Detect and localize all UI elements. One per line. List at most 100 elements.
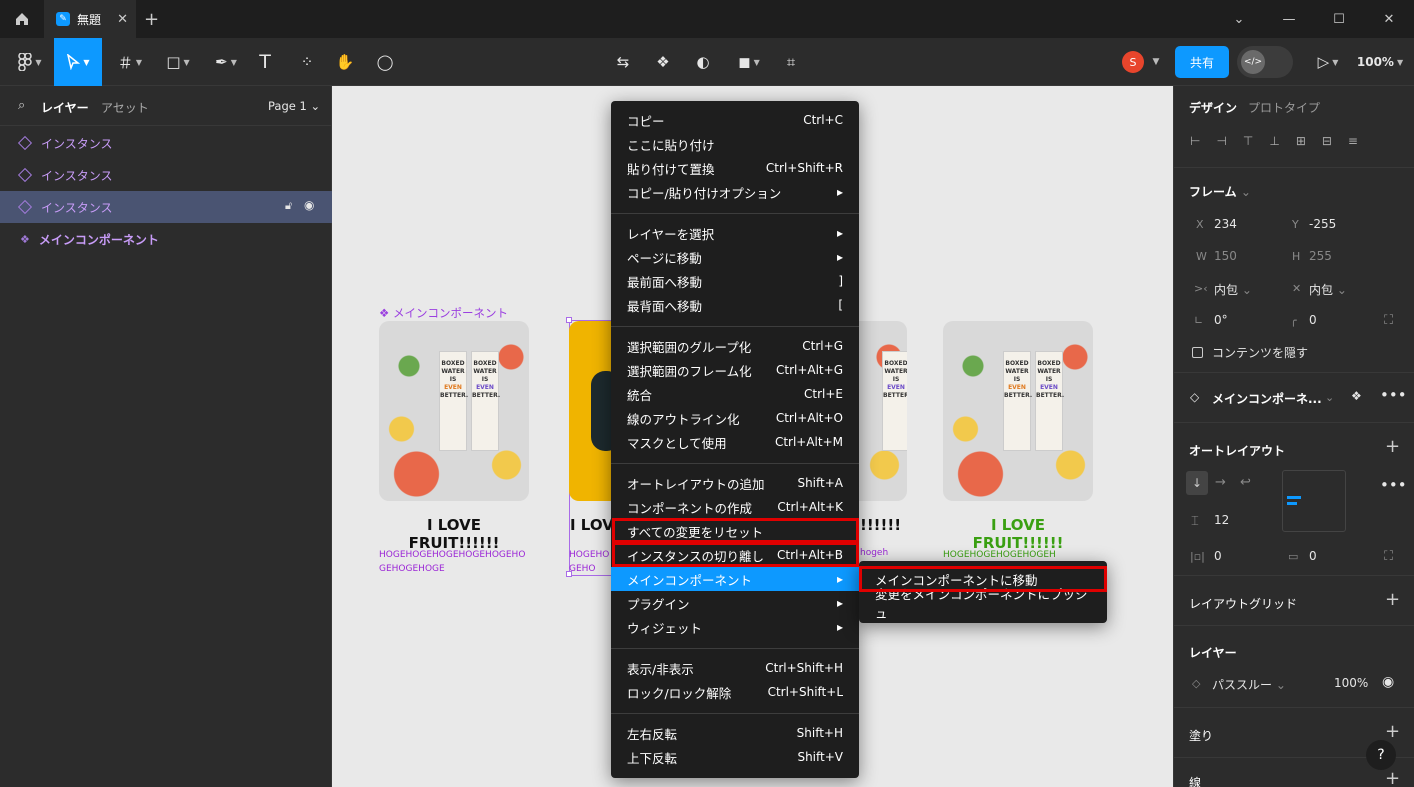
card-image[interactable]: BOXED WATER IS EVEN BETTER. BOXED WATER IS EV…	[379, 321, 529, 501]
menu-item-use-as-mask[interactable]: マスクとして使用 Ctrl+Alt+M	[611, 430, 859, 454]
add-icon[interactable]: +	[1385, 436, 1400, 457]
tab-prototype[interactable]: プロトタイプ	[1248, 99, 1320, 116]
home-icon[interactable]	[0, 0, 44, 38]
present-icon[interactable]: ▷ ▼	[1310, 38, 1346, 86]
crop-icon[interactable]: ⌗	[776, 38, 806, 86]
frame-tool-icon[interactable]: ＃ ▼	[110, 38, 150, 86]
eye-icon[interactable]: ◉	[1382, 674, 1394, 690]
wrap-icon[interactable]: ↩	[1240, 475, 1251, 490]
menu-item-paste-replace[interactable]: 貼り付けて置換 Ctrl+Shift+R	[611, 156, 859, 180]
file-tab[interactable]: ✎ 無題 ✕	[44, 0, 136, 38]
clip-content-checkbox[interactable]	[1192, 347, 1203, 358]
pen-tool-icon[interactable]: ✒ ▼	[206, 38, 246, 86]
chevron-down-icon[interactable]: ▼	[1146, 38, 1166, 86]
padding-individual-icon[interactable]: ⛶	[1384, 549, 1393, 564]
menu-item-group-selection[interactable]: 選択範囲のグループ化 Ctrl+G	[611, 334, 859, 358]
contrast-icon[interactable]: ◐	[688, 38, 718, 86]
more-icon[interactable]: •••	[1380, 386, 1407, 404]
main-menu-icon[interactable]: ▼	[8, 38, 52, 86]
tab-layers[interactable]: レイヤー	[41, 99, 89, 116]
direction-vertical-icon[interactable]: ↓	[1186, 471, 1208, 495]
tab-design[interactable]: デザイン	[1189, 99, 1237, 116]
gap-input[interactable]: 12	[1214, 513, 1229, 527]
close-window-icon[interactable]: ✕	[1364, 0, 1414, 38]
menu-item-main-component[interactable]: メインコンポーネント ▸	[611, 567, 859, 591]
avatar[interactable]: S	[1122, 51, 1144, 73]
share-button[interactable]: 共有	[1175, 46, 1229, 78]
card-title[interactable]: I LOVE FRUIT!!!!!!	[379, 516, 529, 552]
menu-item-add-auto-layout[interactable]: オートレイアウトの追加 Shift+A	[611, 471, 859, 495]
go-to-component-icon[interactable]: ❖	[1351, 389, 1362, 403]
component-label[interactable]: ❖ メインコンポーネント	[379, 305, 508, 321]
layer-item[interactable]: インスタンス	[0, 127, 332, 159]
h-input[interactable]: 255	[1309, 249, 1332, 263]
menu-item-move-to-page[interactable]: ページに移動 ▸	[611, 245, 859, 269]
card-subtitle[interactable]: HOGEHOGEHOGEHOGEH	[943, 548, 1093, 562]
new-tab-icon[interactable]: +	[144, 9, 159, 30]
card-title[interactable]: I LOVE FRUIT!!!!!!	[943, 516, 1093, 552]
search-icon[interactable]: ⌕	[18, 98, 25, 113]
card-title[interactable]: I LOV	[570, 516, 614, 534]
eye-icon[interactable]: ◉	[304, 198, 314, 212]
hug-width-select[interactable]: 内包 ⌄	[1214, 281, 1252, 298]
card-image[interactable]: BOXED WATER IS EVEN BETTER. BOXED WATER IS EV…	[943, 321, 1093, 501]
maximize-icon[interactable]: ☐	[1314, 0, 1364, 38]
resources-icon[interactable]: ⁘	[292, 38, 322, 86]
card-subtitle[interactable]: hogeh	[860, 548, 888, 558]
layer-item-selected[interactable]: インスタンス 🔓︎ ◉	[0, 191, 332, 223]
rotation-input[interactable]: 0°	[1214, 313, 1228, 327]
direction-horizontal-icon[interactable]: →	[1215, 475, 1226, 490]
chevron-down-icon[interactable]: ⌄	[1214, 0, 1264, 38]
comment-tool-icon[interactable]: ◯	[370, 38, 400, 86]
component-name[interactable]: メインコンポーネ...	[1212, 390, 1322, 407]
zoom-menu[interactable]: 100% ▼	[1352, 38, 1408, 86]
y-input[interactable]: -255	[1309, 217, 1336, 231]
card-title[interactable]: !!!!!!	[860, 516, 901, 534]
text-tool-icon[interactable]: T	[250, 38, 280, 86]
independent-corners-icon[interactable]: ⛶	[1384, 313, 1393, 328]
hand-tool-icon[interactable]: ✋	[330, 38, 360, 86]
menu-item-widgets[interactable]: ウィジェット ▸	[611, 615, 859, 639]
menu-item-create-component[interactable]: コンポーネントの作成 Ctrl+Alt+K	[611, 495, 859, 519]
radius-input[interactable]: 0	[1309, 313, 1317, 327]
menu-item-copy[interactable]: コピー Ctrl+C	[611, 108, 859, 132]
menu-item-paste-here[interactable]: ここに貼り付け	[611, 132, 859, 156]
component-icon[interactable]: ❖	[648, 38, 678, 86]
menu-item-outline-stroke[interactable]: 線のアウトライン化 Ctrl+Alt+O	[611, 406, 859, 430]
menu-item-flatten[interactable]: 統合 Ctrl+E	[611, 382, 859, 406]
menu-item-copy-paste-options[interactable]: コピー/貼り付けオプション ▸	[611, 180, 859, 204]
padding-horizontal-input[interactable]: 0	[1214, 549, 1222, 563]
add-icon[interactable]: +	[1385, 768, 1400, 787]
blend-select[interactable]: パススルー ⌄	[1212, 676, 1286, 693]
boolean-icon[interactable]: ◼ ▼	[728, 38, 770, 86]
tab-assets[interactable]: アセット	[101, 99, 149, 116]
align-icons[interactable]: ⊢⊣⊤⊥⊞⊟≡	[1190, 134, 1374, 148]
detach-icon[interactable]: ⇆	[608, 38, 638, 86]
card-image[interactable]: BOXEDWATERIS EVENBETTER.	[857, 321, 907, 501]
layer-item[interactable]: ❖ メインコンポーネント	[0, 223, 332, 255]
menu-item-plugins[interactable]: プラグイン ▸	[611, 591, 859, 615]
resize-handle[interactable]	[566, 317, 572, 323]
menu-item-frame-selection[interactable]: 選択範囲のフレーム化 Ctrl+Alt+G	[611, 358, 859, 382]
menu-item-flip-vertical[interactable]: 上下反転 Shift+V	[611, 745, 859, 769]
menu-item-show-hide[interactable]: 表示/非表示 Ctrl+Shift+H	[611, 656, 859, 680]
w-input[interactable]: 150	[1214, 249, 1237, 263]
add-icon[interactable]: +	[1385, 589, 1400, 610]
close-tab-icon[interactable]: ✕	[117, 12, 128, 27]
menu-item-push-changes[interactable]: 変更をメインコンポーネントにプッシュ	[859, 587, 1107, 621]
add-icon[interactable]: +	[1385, 721, 1400, 742]
layer-item[interactable]: インスタンス	[0, 159, 332, 191]
x-input[interactable]: 234	[1214, 217, 1237, 231]
menu-item-select-layer[interactable]: レイヤーを選択 ▸	[611, 221, 859, 245]
padding-vertical-input[interactable]: 0	[1309, 549, 1317, 563]
help-button[interactable]: ?	[1366, 740, 1396, 770]
menu-item-flip-horizontal[interactable]: 左右反転 Shift+H	[611, 721, 859, 745]
minimize-icon[interactable]: —	[1264, 0, 1314, 38]
menu-item-send-to-back[interactable]: 最背面へ移動[	[611, 293, 859, 317]
unlock-icon[interactable]: 🔓︎	[285, 199, 292, 213]
more-icon[interactable]: •••	[1380, 476, 1407, 494]
hug-height-select[interactable]: 内包 ⌄	[1309, 281, 1347, 298]
move-tool-icon[interactable]: ▼	[54, 38, 102, 86]
page-selector[interactable]: Page 1 ⌄	[268, 99, 320, 113]
menu-item-lock-unlock[interactable]: ロック/ロック解除 Ctrl+Shift+L	[611, 680, 859, 704]
